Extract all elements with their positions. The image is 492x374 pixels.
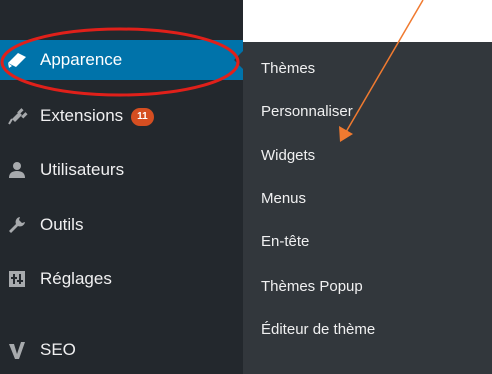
sidebar-item-seo[interactable]: SEO	[0, 330, 243, 370]
submenu-item-themes-popup[interactable]: Thèmes Popup	[261, 278, 363, 295]
sidebar-item-label: Apparence	[40, 50, 123, 69]
sidebar-item-apparence[interactable]: Apparence	[0, 40, 243, 80]
submenu-item-editeur-de-theme[interactable]: Éditeur de thème	[261, 321, 375, 338]
admin-sidebar: Apparence Extensions 11 Utilisateurs Outi…	[0, 0, 243, 374]
sidebar-item-utilisateurs[interactable]: Utilisateurs	[0, 150, 243, 190]
sidebar-item-extensions[interactable]: Extensions 11	[0, 96, 243, 136]
sidebar-item-label: Utilisateurs	[40, 160, 125, 179]
settings-icon	[6, 268, 28, 290]
sidebar-item-label: Outils	[40, 215, 84, 234]
active-caret	[234, 51, 243, 69]
sidebar-item-label: SEO	[40, 340, 76, 359]
wrench-icon	[6, 214, 28, 236]
apparence-flyout-submenu: Thèmes Personnaliser Widgets Menus En-tê…	[243, 42, 492, 374]
seo-icon	[6, 339, 28, 361]
sidebar-item-label: Extensions	[40, 106, 124, 125]
sidebar-item-reglages[interactable]: Réglages	[0, 259, 243, 299]
submenu-item-widgets[interactable]: Widgets	[261, 147, 315, 164]
submenu-item-personnaliser[interactable]: Personnaliser	[261, 103, 353, 120]
users-icon	[6, 159, 28, 181]
submenu-item-menus[interactable]: Menus	[261, 190, 306, 207]
submenu-item-themes[interactable]: Thèmes	[261, 60, 315, 77]
sidebar-item-label: Réglages	[40, 269, 112, 288]
plugin-icon	[6, 105, 28, 127]
sidebar-item-outils[interactable]: Outils	[0, 205, 243, 245]
paint-brush-icon	[6, 49, 28, 71]
submenu-item-en-tete[interactable]: En-tête	[261, 233, 309, 250]
update-count-badge: 11	[131, 107, 154, 126]
